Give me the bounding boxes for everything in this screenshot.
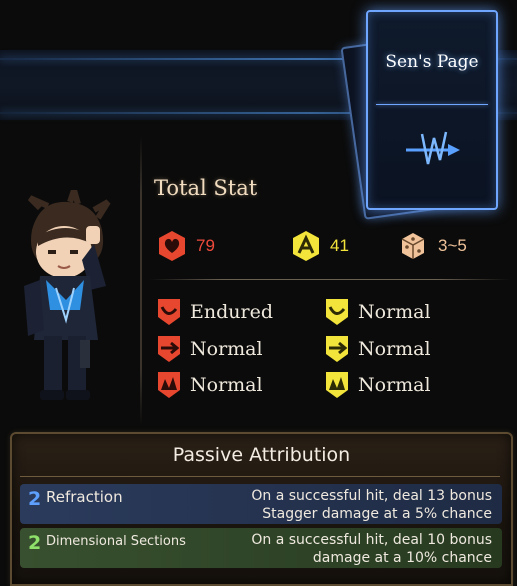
stagger-resist-blunt: Normal [324, 370, 431, 400]
passive-item-refraction[interactable]: 2 Refraction On a successful hit, deal 1… [20, 484, 502, 524]
passive-panel: Passive Attribution 2 Refraction On a su… [10, 432, 513, 586]
blunt-stagger-icon [326, 372, 348, 398]
character-portrait [24, 190, 111, 400]
passive-description-line: damage at a 10% chance [312, 550, 492, 566]
stat-separator [150, 279, 510, 280]
page-emblem-icon [406, 131, 460, 165]
speed-dice-icon [401, 233, 425, 259]
passive-name: Refraction [46, 488, 123, 506]
total-stat-label: Total Stat [154, 176, 258, 200]
blunt-stagger-value: Normal [358, 374, 431, 396]
passive-description: On a successful hit, deal 10 bonus damag… [212, 531, 492, 567]
slash-stagger-value: Normal [358, 301, 431, 323]
hp-heart-icon [159, 231, 185, 261]
stagger-resist-pierce: Normal [324, 334, 431, 364]
pierce-resist-value: Normal [190, 338, 263, 360]
stat-stagger: 41 [290, 228, 349, 264]
passive-cost: 2 [28, 488, 42, 510]
pierce-stagger-icon [326, 336, 348, 362]
key-page-card[interactable]: Sen's Page [366, 10, 498, 210]
divider-vertical [140, 136, 142, 426]
stat-speed: 3~5 [396, 228, 467, 264]
speed-value: 3~5 [438, 236, 467, 255]
passive-description-line: Stagger damage at a 5% chance [262, 506, 492, 522]
stagger-value: 41 [330, 236, 349, 255]
passive-description: On a successful hit, deal 13 bonus Stagg… [212, 487, 492, 523]
stagger-resist-icon [293, 231, 319, 261]
passive-description-line: On a successful hit, deal 10 bonus [251, 532, 492, 548]
passive-name: Dimensional Sections [46, 534, 186, 549]
stagger-resist-slash: Normal [324, 297, 431, 327]
slash-stagger-icon [326, 299, 348, 325]
pierce-resist-icon [158, 336, 180, 362]
stat-hp: 79 [156, 228, 215, 264]
hp-value: 79 [196, 236, 215, 255]
physical-resist-blunt: Normal [156, 370, 263, 400]
pierce-stagger-value: Normal [358, 338, 431, 360]
physical-resist-slash: Endured [156, 297, 273, 327]
passive-title: Passive Attribution [172, 444, 351, 466]
passive-cost: 2 [28, 532, 42, 554]
page-divider [376, 104, 488, 105]
passive-item-dimensional-sections[interactable]: 2 Dimensional Sections On a successful h… [20, 528, 502, 568]
slash-resist-icon [158, 299, 180, 325]
slash-resist-value: Endured [190, 301, 273, 323]
blunt-resist-value: Normal [190, 374, 263, 396]
physical-resist-pierce: Normal [156, 334, 263, 364]
page-title: Sen's Page [385, 52, 479, 72]
blunt-resist-icon [158, 372, 180, 398]
passive-title-divider [20, 476, 500, 477]
passive-description-line: On a successful hit, deal 13 bonus [251, 488, 492, 504]
